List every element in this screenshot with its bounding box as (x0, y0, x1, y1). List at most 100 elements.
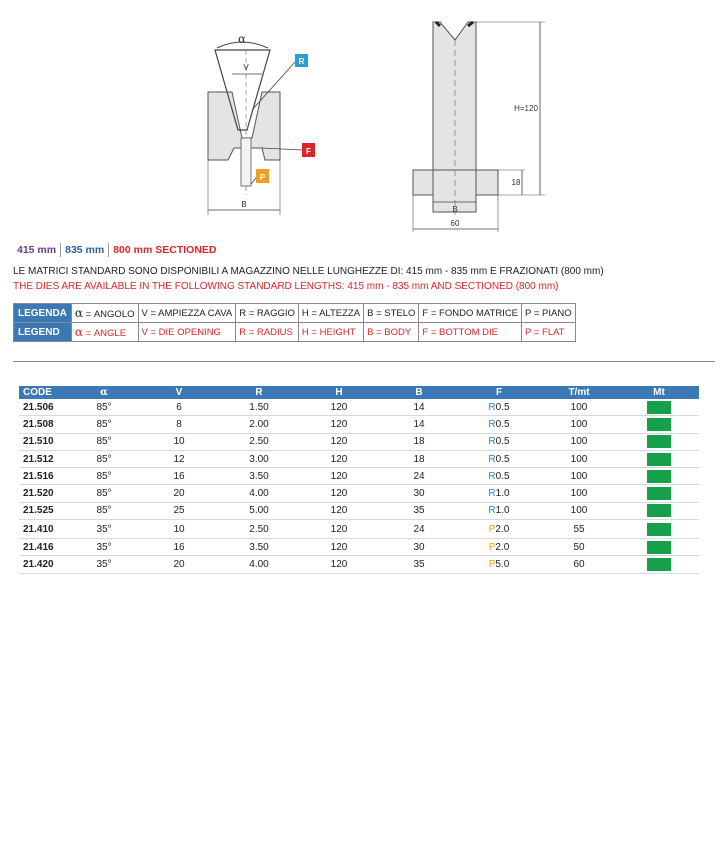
mt-swatch (647, 522, 671, 536)
table-row: 21.508 85° 8 2.00 120 14 R0.5 100 (19, 415, 699, 434)
cell-mt (619, 519, 699, 540)
col-r: R (219, 386, 299, 399)
cell-f: R1.0 (459, 484, 539, 503)
cell-alpha: 85° (69, 467, 139, 486)
cell-f: R0.5 (459, 433, 539, 451)
cell-b: 18 (379, 433, 459, 451)
cell-h: 120 (299, 450, 379, 469)
cell-v: 16 (139, 538, 219, 557)
cell-alpha: 85° (69, 502, 139, 521)
cell-t: 50 (539, 538, 619, 557)
cell-alpha: 35° (69, 538, 139, 557)
cell-f: R0.5 (459, 467, 539, 486)
table-row: 21.506 85° 6 1.50 120 14 R0.5 100 (19, 399, 699, 417)
cell-t: 55 (539, 519, 619, 540)
cell-b: 24 (379, 519, 459, 540)
legend-v: V = DIE OPENING (137, 322, 237, 342)
legend-v: V = AMPIEZZA CAVA (137, 303, 237, 323)
legend-alpha: α = ANGOLO (70, 303, 139, 323)
cell-alpha: 85° (69, 399, 139, 417)
cell-f: P5.0 (459, 555, 539, 574)
col-f: F (459, 386, 539, 399)
legend-head: LEGENDA (13, 303, 72, 323)
mt-swatch (647, 435, 671, 449)
cell-alpha: 35° (69, 519, 139, 540)
die-specs-table: CODE α V R H B F T/mt Mt 21.506 85° 6 1.50 1… (19, 386, 699, 574)
table-row: 21.525 85° 25 5.00 120 35 R1.0 100 (19, 502, 699, 521)
svg-text:R: R (299, 57, 305, 66)
cell-code: 21.416 (19, 538, 69, 557)
cell-r: 3.50 (219, 538, 299, 557)
cell-f: P2.0 (459, 519, 539, 540)
cell-alpha: 85° (69, 484, 139, 503)
cell-code: 21.510 (19, 433, 69, 451)
col-h: H (299, 386, 379, 399)
legend-row-italian: LEGENDA α = ANGOLO V = AMPIEZZA CAVA R =… (13, 303, 576, 323)
cell-f: R0.5 (459, 399, 539, 417)
width-label: 60 (451, 219, 460, 228)
legend-b: B = STELO (363, 303, 420, 323)
cell-code: 21.410 (19, 519, 69, 540)
cell-h: 120 (299, 519, 379, 540)
cell-h: 120 (299, 502, 379, 521)
cell-code: 21.508 (19, 415, 69, 434)
cell-v: 8 (139, 415, 219, 434)
cell-r: 5.00 (219, 502, 299, 521)
mt-swatch (647, 540, 671, 554)
cell-code: 21.512 (19, 450, 69, 469)
cell-t: 100 (539, 502, 619, 521)
cell-t: 60 (539, 555, 619, 574)
col-b: B (379, 386, 459, 399)
legend-f: F = FONDO MATRICE (418, 303, 523, 323)
cell-t: 100 (539, 415, 619, 434)
col-v: V (139, 386, 219, 399)
die-cross-section-diagram: α V B R F P (207, 32, 315, 215)
cell-b: 35 (379, 555, 459, 574)
cell-mt (619, 555, 699, 574)
mt-swatch (647, 558, 671, 572)
legend-h: H = HEIGHT (297, 322, 365, 342)
cell-t: 100 (539, 484, 619, 503)
table-row: 21.416 35° 16 3.50 120 30 P2.0 50 (19, 538, 699, 557)
mt-swatch (647, 400, 671, 414)
table-row: 21.516 85° 16 3.50 120 24 R0.5 100 (19, 467, 699, 486)
table-row: 21.410 35° 10 2.50 120 24 P2.0 55 (19, 519, 699, 540)
cell-alpha: 85° (69, 415, 139, 434)
col-code: CODE (19, 386, 69, 399)
legend-table: LEGENDA α = ANGOLO V = AMPIEZZA CAVA R =… (13, 303, 576, 342)
cell-mt (619, 467, 699, 486)
legend-f: F = BOTTOM DIE (418, 322, 523, 342)
mt-swatch (647, 452, 671, 466)
cell-r: 2.50 (219, 433, 299, 451)
die-shank-shape (432, 21, 477, 171)
cell-b: 30 (379, 484, 459, 503)
cell-b: 14 (379, 415, 459, 434)
legend-h: H = ALTEZZA (297, 303, 365, 323)
cell-mt (619, 484, 699, 503)
cell-v: 6 (139, 399, 219, 417)
cell-v: 25 (139, 502, 219, 521)
mt-swatch (647, 417, 671, 431)
cell-mt (619, 502, 699, 521)
cell-mt (619, 399, 699, 417)
die-side-view-diagram: H=120 18 B 60 (412, 20, 545, 232)
cell-t: 100 (539, 399, 619, 417)
cell-b: 18 (379, 450, 459, 469)
cell-code: 21.520 (19, 484, 69, 503)
legend-r: R = RAGGIO (235, 303, 299, 323)
cell-v: 16 (139, 467, 219, 486)
cell-h: 120 (299, 555, 379, 574)
cell-f: R1.0 (459, 502, 539, 521)
cell-f: P2.0 (459, 538, 539, 557)
col-tmt: T/mt (539, 386, 619, 399)
mt-swatch (647, 504, 671, 518)
length-800-sectioned: 800 mm SECTIONED (113, 244, 217, 256)
col-alpha: α (69, 386, 139, 399)
cell-h: 120 (299, 538, 379, 557)
cell-v: 10 (139, 519, 219, 540)
note-italian: LE MATRICI STANDARD SONO DISPONIBILI A M… (13, 266, 604, 277)
cell-v: 20 (139, 484, 219, 503)
cell-alpha: 85° (69, 450, 139, 469)
cell-code: 21.506 (19, 399, 69, 417)
legend-head: LEGEND (13, 322, 72, 342)
